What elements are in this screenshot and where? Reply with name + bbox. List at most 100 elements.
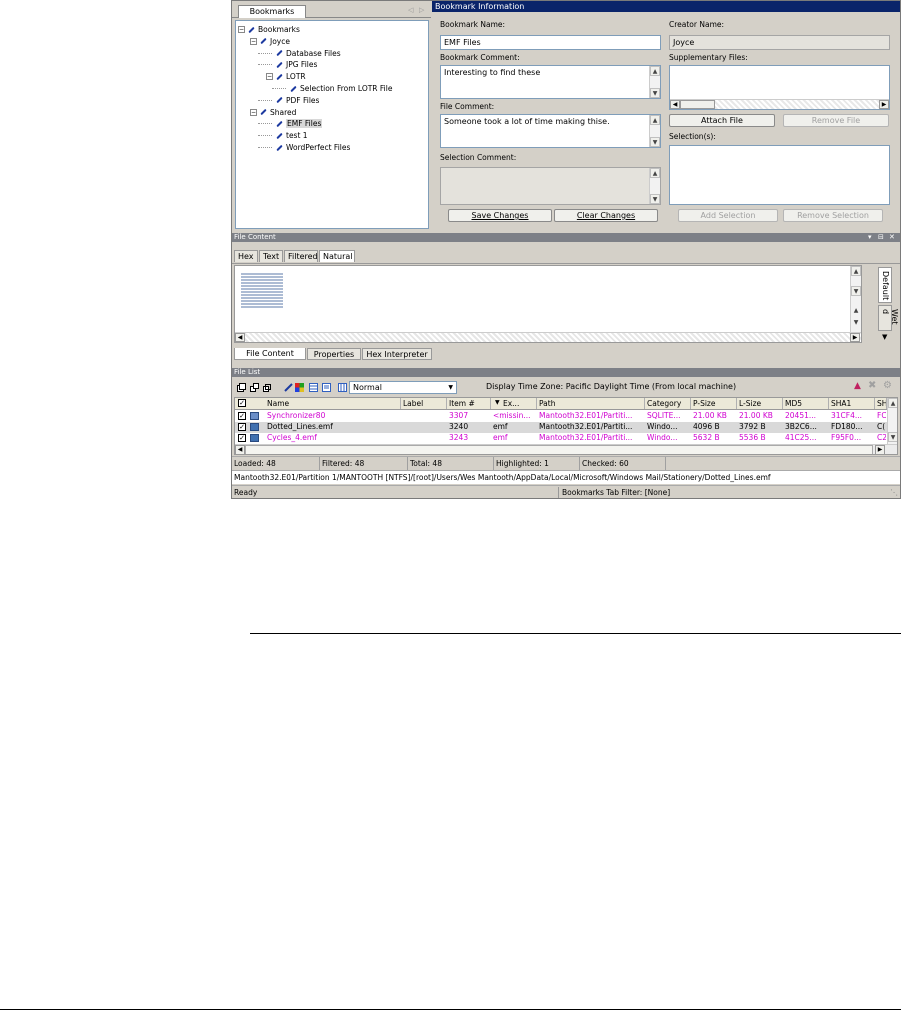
copy-window-icon[interactable] <box>237 383 246 392</box>
hscroll-left-arrow-icon[interactable]: ◀ <box>670 100 680 109</box>
tree-item[interactable]: JPG Files <box>276 59 317 70</box>
hscroll-right-arrow-icon[interactable]: ▶ <box>879 100 889 109</box>
hscroll-right-arrow-icon[interactable]: ▶ <box>875 445 885 454</box>
selection-comment-scrollbar[interactable]: ▲ ▼ <box>649 168 660 204</box>
tree-item[interactable]: Database Files <box>276 48 341 59</box>
tree-expander-icon[interactable]: − <box>250 37 257 45</box>
selections-list[interactable] <box>669 145 890 205</box>
table-hscrollbar[interactable]: ◀ ▶ <box>235 444 897 454</box>
hscroll-thumb[interactable] <box>245 445 873 454</box>
tree-item[interactable]: Selection From LOTR File <box>290 83 392 94</box>
supplementary-files-list[interactable]: ◀ ▶ <box>669 65 890 110</box>
close-icon[interactable]: ✕ <box>889 233 895 242</box>
tree-expander-icon[interactable]: − <box>250 108 257 116</box>
tab-bookmarks[interactable]: Bookmarks <box>238 5 306 18</box>
table-row[interactable]: ✓ Dotted_Lines.emf 3240 emf Mantooth32.E01/P… <box>235 422 887 433</box>
tab-hex[interactable]: Hex <box>234 250 258 262</box>
cascade-window-icon[interactable] <box>250 383 259 392</box>
tree-item[interactable]: LOTR <box>276 71 306 82</box>
supplementary-hscrollbar[interactable]: ◀ ▶ <box>670 99 889 109</box>
tab-scroll-right-icon[interactable]: ▷ <box>419 6 424 14</box>
column-header[interactable]: L-Size <box>737 398 783 409</box>
select-all-checkbox[interactable]: ✓ <box>238 399 246 407</box>
viewer-vscrollbar[interactable]: ▲ ▼ ▲ ▼ <box>850 266 861 332</box>
scroll-up-arrow-icon[interactable]: ▲ <box>650 66 660 76</box>
table-vscrollbar[interactable]: ▲ ▼ <box>887 398 897 444</box>
grid-view-icon[interactable] <box>309 383 318 392</box>
scroll-prev-page-icon[interactable]: ▲ <box>851 306 861 316</box>
column-header[interactable]: SH <box>875 398 887 409</box>
hscroll-left-arrow-icon[interactable]: ◀ <box>235 445 245 454</box>
file-comment-scrollbar[interactable]: ▲ ▼ <box>649 115 660 147</box>
tab-scroll-left-icon[interactable]: ◁ <box>408 6 413 14</box>
columns-icon[interactable] <box>338 383 347 392</box>
tab-text[interactable]: Text <box>259 250 283 262</box>
hscroll-thumb[interactable] <box>680 100 715 109</box>
eraser-icon[interactable]: ▲ <box>854 381 861 391</box>
tree-expander-icon[interactable]: − <box>266 73 273 81</box>
row-checkbox[interactable]: ✓ <box>238 434 246 442</box>
tree-item[interactable]: Joyce <box>260 36 290 47</box>
scroll-up-arrow-icon[interactable]: ▲ <box>650 168 660 178</box>
file-comment-field[interactable]: Someone took a lot of time making thise.… <box>440 114 661 148</box>
color-palette-icon[interactable] <box>295 383 304 392</box>
column-header[interactable]: Name <box>265 398 401 409</box>
tree-expander-icon[interactable]: − <box>238 26 245 33</box>
refresh-gear-icon[interactable]: ⚙ <box>883 380 892 391</box>
bookmark-comment-field[interactable]: Interesting to find these ▲ ▼ <box>440 65 661 99</box>
column-header[interactable]: Category <box>645 398 691 409</box>
bottom-tab-file-content[interactable]: File Content <box>234 348 306 360</box>
column-header[interactable]: SHA1 <box>829 398 875 409</box>
column-header[interactable]: Path <box>537 398 645 409</box>
save-changes-button[interactable]: Save Changes <box>448 209 552 222</box>
list-view-icon[interactable] <box>322 383 331 392</box>
side-tabs-dropdown-icon[interactable]: ▼ <box>882 333 887 341</box>
tree-item[interactable]: test 1 <box>276 130 308 141</box>
scroll-down-arrow-icon[interactable]: ▼ <box>851 286 861 296</box>
pin-icon[interactable]: ⊟ <box>878 233 884 242</box>
panel-menu-arrow-icon[interactable]: ▾ <box>868 233 872 242</box>
viewer-hscrollbar[interactable]: ◀ ▶ <box>235 332 861 342</box>
tree-item[interactable]: PDF Files <box>276 95 319 106</box>
hscroll-left-arrow-icon[interactable]: ◀ <box>235 333 245 342</box>
column-header[interactable]: Label <box>401 398 447 409</box>
remove-selection-button[interactable]: Remove Selection <box>783 209 883 222</box>
add-selection-button[interactable]: Add Selection <box>678 209 778 222</box>
tab-natural[interactable]: Natural <box>319 250 355 262</box>
table-row[interactable]: ✓ Synchronizer80 3307 <missin... Mantooth32.… <box>235 411 887 422</box>
row-checkbox[interactable]: ✓ <box>238 423 246 431</box>
tab-filtered[interactable]: Filtered <box>284 250 318 262</box>
column-header[interactable]: Item # <box>447 398 491 409</box>
attach-file-button[interactable]: Attach File <box>669 114 775 127</box>
tree-item[interactable]: WordPerfect Files <box>276 142 350 153</box>
bottom-tab-properties[interactable]: Properties <box>307 348 361 360</box>
scroll-down-arrow-icon[interactable]: ▼ <box>650 88 660 98</box>
hscroll-right-arrow-icon[interactable]: ▶ <box>850 333 860 342</box>
column-header[interactable]: MD5 <box>783 398 829 409</box>
remove-file-button[interactable]: Remove File <box>783 114 889 127</box>
scroll-down-arrow-icon[interactable]: ▼ <box>650 137 660 147</box>
scroll-down-arrow-icon[interactable]: ▼ <box>650 194 660 204</box>
tree-item[interactable]: Bookmarks <box>248 24 300 35</box>
side-tab-wet[interactable]: Wet d <box>878 305 899 331</box>
row-checkbox[interactable]: ✓ <box>238 412 246 420</box>
scroll-down-arrow-icon[interactable]: ▼ <box>888 432 897 442</box>
bookmark-name-field[interactable]: EMF Files <box>440 35 661 50</box>
scroll-up-arrow-icon[interactable]: ▲ <box>851 266 861 276</box>
clear-changes-button[interactable]: Clear Changes <box>554 209 658 222</box>
view-mode-select[interactable]: Normal ▼ <box>349 381 457 394</box>
bottom-tab-hex-interpreter[interactable]: Hex Interpreter <box>362 348 432 360</box>
scroll-next-page-icon[interactable]: ▼ <box>851 318 861 328</box>
bookmark-comment-scrollbar[interactable]: ▲ ▼ <box>649 66 660 98</box>
side-tab-default[interactable]: Default <box>878 267 892 303</box>
tree-item[interactable]: EMF Files <box>276 118 323 129</box>
clear-x-icon[interactable]: ✖ <box>868 380 876 391</box>
scroll-up-arrow-icon[interactable]: ▲ <box>650 115 660 125</box>
table-row[interactable]: ✓ Cycles_4.emf 3243 emf Mantooth32.E01/Parti… <box>235 433 887 444</box>
scroll-up-arrow-icon[interactable]: ▲ <box>888 398 897 408</box>
resize-grip-icon[interactable]: ⋱ <box>890 488 898 497</box>
column-header[interactable]: P-Size <box>691 398 737 409</box>
tree-item[interactable]: Shared <box>260 107 296 118</box>
bookmark-pen-icon[interactable] <box>284 383 293 392</box>
tile-window-icon[interactable] <box>263 383 272 392</box>
